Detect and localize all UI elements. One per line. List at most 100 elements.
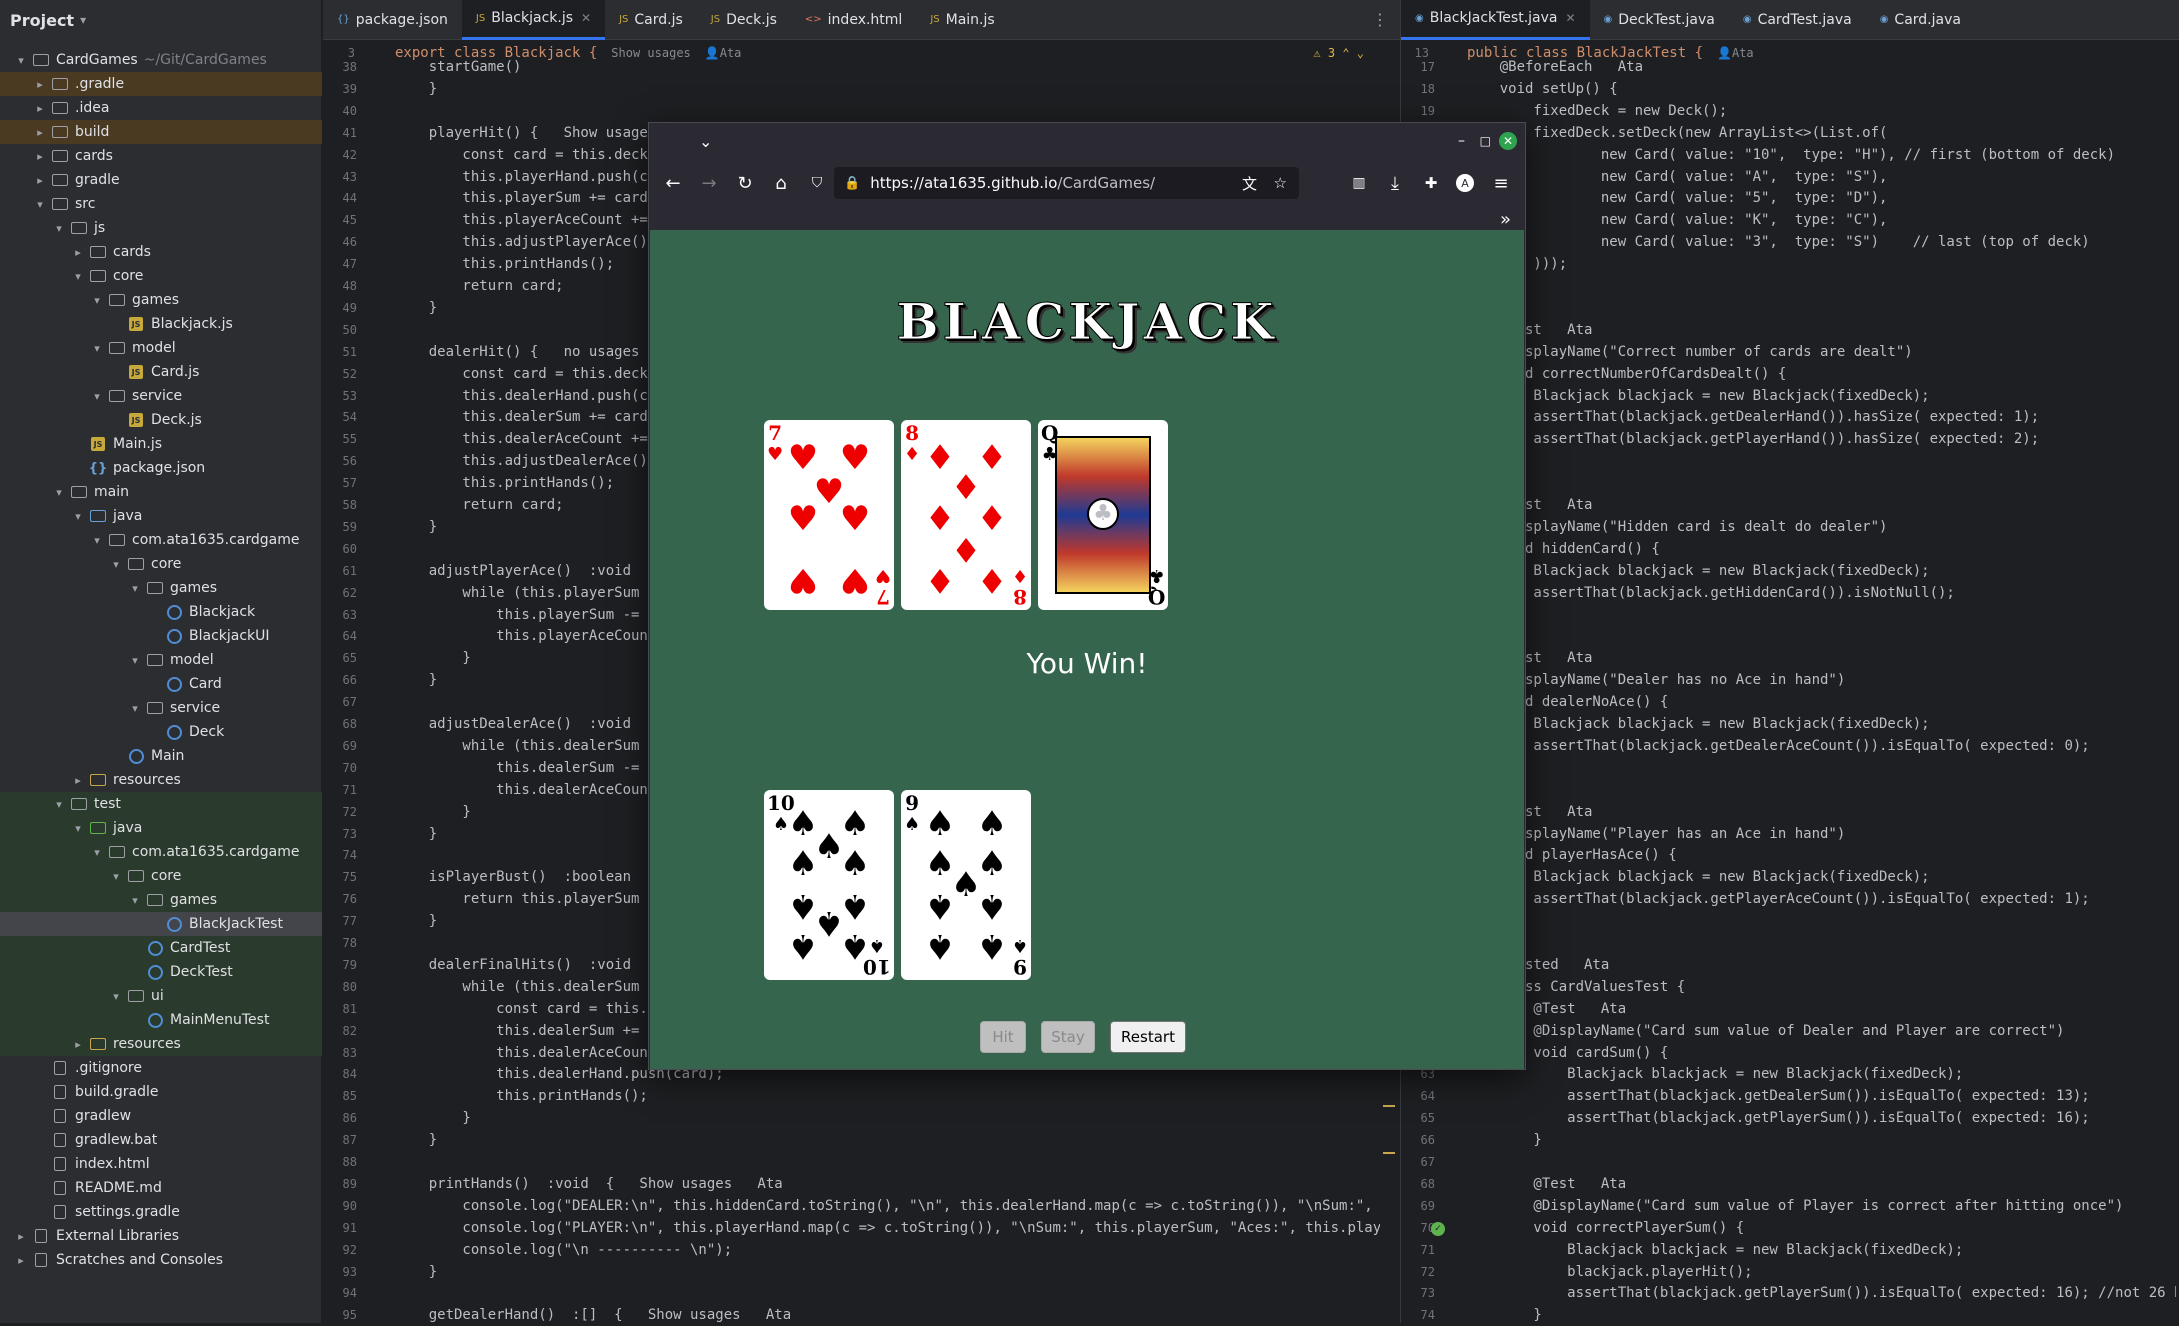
tree-item[interactable]: ▾ ui: [0, 984, 322, 1008]
tree-item[interactable]: README.md: [0, 1176, 322, 1200]
tree-item[interactable]: ▾ model: [0, 336, 322, 360]
menu-icon[interactable]: ≡: [1485, 167, 1517, 199]
tree-item[interactable]: ▾ service: [0, 384, 322, 408]
project-header[interactable]: Project ▾: [0, 0, 321, 40]
chevron-down-icon[interactable]: ▾: [90, 294, 104, 307]
tab-deck-js[interactable]: JS Deck.js: [697, 0, 791, 40]
chevron-down-icon[interactable]: ▾: [128, 894, 142, 907]
chevron-down-icon[interactable]: ▾: [90, 534, 104, 547]
stay-button[interactable]: Stay: [1041, 1021, 1095, 1053]
tree-item[interactable]: JS Deck.js: [0, 408, 322, 432]
chevron-down-icon[interactable]: ▾: [71, 822, 85, 835]
chevron-down-icon[interactable]: ▾: [80, 13, 86, 27]
hit-button[interactable]: Hit: [980, 1021, 1026, 1053]
chevron-down-icon[interactable]: ▾: [128, 582, 142, 595]
tree-item[interactable]: ▾ core: [0, 552, 322, 576]
tree-item[interactable]: Card: [0, 672, 322, 696]
chevron-right-icon[interactable]: ▸: [33, 78, 47, 91]
chevron-down-icon[interactable]: ▾: [109, 558, 123, 571]
tree-item[interactable]: Blackjack: [0, 600, 322, 624]
back-icon[interactable]: ←: [657, 167, 689, 199]
tab-cardtest-java[interactable]: ◉ CardTest.java: [1729, 0, 1866, 40]
tree-item[interactable]: JS Main.js: [0, 432, 322, 456]
tree-item[interactable]: ▾ java: [0, 816, 322, 840]
tree-item[interactable]: build.gradle: [0, 1080, 322, 1104]
chevron-down-icon[interactable]: ▾: [14, 54, 28, 67]
tree-item[interactable]: JS Card.js: [0, 360, 322, 384]
chevron-right-icon[interactable]: ▸: [71, 246, 85, 259]
tree-item[interactable]: gradlew.bat: [0, 1128, 322, 1152]
chevron-down-icon[interactable]: ▾: [52, 222, 66, 235]
tree-item[interactable]: ▸ resources: [0, 1032, 322, 1056]
tree-item[interactable]: index.html: [0, 1152, 322, 1176]
tree-item[interactable]: DeckTest: [0, 960, 322, 984]
tree-item[interactable]: CardTest: [0, 936, 322, 960]
tab-card-js[interactable]: JS Card.js: [605, 0, 697, 40]
star-icon[interactable]: ☆: [1274, 174, 1287, 192]
home-icon[interactable]: ⌂: [765, 167, 797, 199]
tree-item[interactable]: ▸ External Libraries: [0, 1224, 322, 1248]
chevron-down-icon[interactable]: ▾: [90, 846, 104, 859]
tree-item[interactable]: ▸ .idea: [0, 96, 322, 120]
chevron-right-icon[interactable]: ▸: [71, 774, 85, 787]
reload-icon[interactable]: ↻: [729, 167, 761, 199]
tree-item[interactable]: ▾ core: [0, 264, 322, 288]
tab-list-icon[interactable]: ⌄: [699, 132, 712, 151]
tree-item[interactable]: BlackJackTest: [0, 912, 322, 936]
chevron-down-icon[interactable]: ▾: [33, 198, 47, 211]
chevron-down-icon[interactable]: ▾: [128, 702, 142, 715]
tab-index-html[interactable]: <> index.html: [791, 0, 916, 40]
chevron-right-icon[interactable]: ▸: [14, 1230, 28, 1243]
tree-item[interactable]: ▾ games: [0, 576, 322, 600]
shield-icon[interactable]: ⛉: [801, 167, 833, 199]
tab-decktest-java[interactable]: ◉ DeckTest.java: [1590, 0, 1729, 40]
account-icon[interactable]: A: [1449, 167, 1481, 199]
reader-icon[interactable]: ▥: [1343, 167, 1375, 199]
tree-item[interactable]: BlackjackUI: [0, 624, 322, 648]
chevron-down-icon[interactable]: ▾: [109, 990, 123, 1003]
tree-item[interactable]: ▾ com.ata1635.cardgame: [0, 840, 322, 864]
chevron-down-icon[interactable]: ▾: [52, 798, 66, 811]
overflow-icon[interactable]: »: [1500, 209, 1511, 230]
chevron-right-icon[interactable]: ▸: [33, 126, 47, 139]
maximize-icon[interactable]: □: [1480, 134, 1491, 148]
tree-item[interactable]: ▾ src: [0, 192, 322, 216]
tree-item[interactable]: ▾ service: [0, 696, 322, 720]
tree-item[interactable]: ▾ com.ata1635.cardgame: [0, 528, 322, 552]
tree-item[interactable]: ▾ main: [0, 480, 322, 504]
chevron-right-icon[interactable]: ▸: [71, 1038, 85, 1051]
close-icon[interactable]: ✕: [1499, 132, 1517, 150]
translate-icon[interactable]: 文: [1242, 173, 1257, 194]
tree-item[interactable]: ▾ test: [0, 792, 322, 816]
tree-item[interactable]: ▾ games: [0, 288, 322, 312]
chevron-right-icon[interactable]: ▸: [33, 150, 47, 163]
chevron-down-icon[interactable]: ▾: [71, 510, 85, 523]
tree-item[interactable]: ▸ cards: [0, 144, 322, 168]
chevron-down-icon[interactable]: ▾: [52, 486, 66, 499]
extensions-icon[interactable]: ✚: [1415, 167, 1447, 199]
chevron-down-icon[interactable]: ▾: [90, 390, 104, 403]
tab-blackjacktest-java[interactable]: ◉ BlackJackTest.java ✕: [1401, 0, 1590, 40]
close-icon[interactable]: ✕: [581, 11, 591, 25]
more-icon[interactable]: ⋮: [1372, 10, 1388, 29]
chevron-down-icon[interactable]: ▾: [71, 270, 85, 283]
tree-item[interactable]: ▸ resources: [0, 768, 322, 792]
chevron-right-icon[interactable]: ▸: [33, 174, 47, 187]
tree-item[interactable]: Deck: [0, 720, 322, 744]
tree-item[interactable]: settings.gradle: [0, 1200, 322, 1224]
tree-item[interactable]: Main: [0, 744, 322, 768]
tree-item[interactable]: ▸ .gradle: [0, 72, 322, 96]
minimize-icon[interactable]: –: [1458, 133, 1465, 149]
close-icon[interactable]: ✕: [1565, 11, 1575, 25]
tree-item[interactable]: ▾ games: [0, 888, 322, 912]
tree-item[interactable]: ▸ gradle: [0, 168, 322, 192]
tree-item[interactable]: gradlew: [0, 1104, 322, 1128]
tree-item[interactable]: ▸ build: [0, 120, 322, 144]
tree-item[interactable]: ▸ cards: [0, 240, 322, 264]
tab-blackjack-js[interactable]: JS Blackjack.js ✕: [461, 0, 606, 40]
tree-item[interactable]: ▾ CardGames ~/Git/CardGames: [0, 48, 322, 72]
tree-item[interactable]: .gitignore: [0, 1056, 322, 1080]
forward-icon[interactable]: →: [693, 167, 725, 199]
tree-item[interactable]: MainMenuTest: [0, 1008, 322, 1032]
chevron-right-icon[interactable]: ▸: [14, 1254, 28, 1267]
